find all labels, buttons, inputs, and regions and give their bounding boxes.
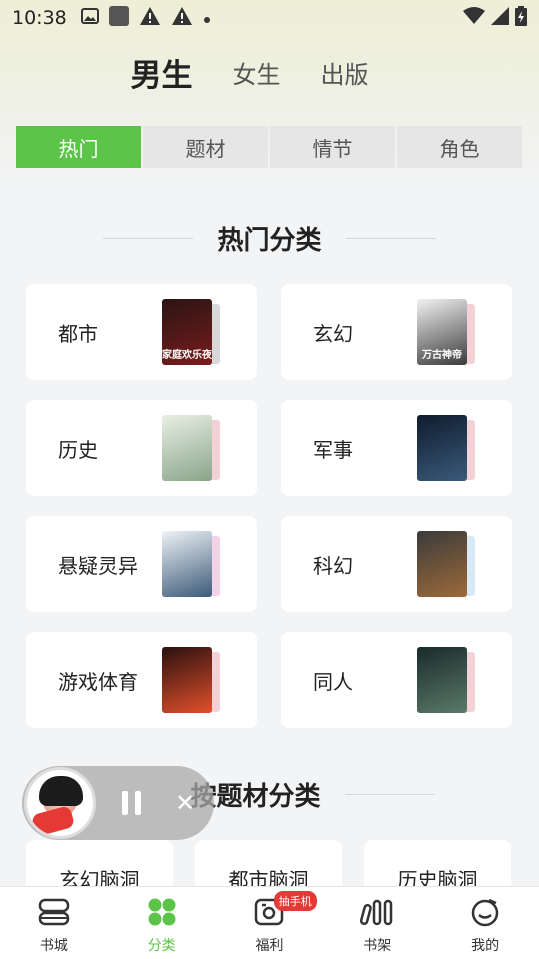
wifi-icon xyxy=(463,7,485,30)
category-label: 科幻 xyxy=(313,553,353,578)
category-label: 同人 xyxy=(313,669,353,694)
section-title: 热门分类 xyxy=(217,225,322,256)
bottom-nav: 书城 分类 抽手机 福利 书架 我的 xyxy=(0,886,539,959)
nav-item-welfare[interactable]: 抽手机 福利 xyxy=(216,887,324,959)
category-card[interactable]: 都市 家庭欢乐夜 xyxy=(26,284,257,380)
divider xyxy=(344,793,435,795)
book-cover xyxy=(162,647,212,713)
nav-label: 书城 xyxy=(39,938,68,954)
gallery-icon xyxy=(80,7,99,29)
player-cover-disc[interactable] xyxy=(24,767,96,839)
category-card[interactable]: 游戏体育 xyxy=(26,632,257,728)
category-label: 游戏体育 xyxy=(58,669,138,694)
pause-icon[interactable] xyxy=(122,791,141,815)
category-card[interactable]: 玄幻 万古神帝 xyxy=(281,284,512,380)
nav-item-bookstore[interactable]: 书城 xyxy=(0,887,108,959)
book-cover xyxy=(417,531,467,597)
category-label: 玄幻 xyxy=(313,321,353,346)
book-cover xyxy=(417,415,467,481)
cover-stack: 万古神帝 xyxy=(417,299,475,365)
signal-icon xyxy=(491,7,509,30)
status-bar: 10:38 xyxy=(0,0,539,36)
category-label: 悬疑灵异 xyxy=(58,553,138,578)
category-icon xyxy=(146,897,178,931)
tab-publish[interactable]: 出版 xyxy=(321,55,369,90)
battery-icon xyxy=(515,6,527,31)
cover-stack xyxy=(417,647,475,713)
cover-stack: 家庭欢乐夜 xyxy=(162,299,220,365)
nav-item-category[interactable]: 分类 xyxy=(108,887,216,959)
cover-stack xyxy=(162,647,220,713)
book-cover: 家庭欢乐夜 xyxy=(162,299,212,365)
category-label: 都市 xyxy=(58,321,98,346)
cover-title: 家庭欢乐夜 xyxy=(162,350,212,361)
warning-icon xyxy=(171,6,193,31)
cover-stack xyxy=(417,415,475,481)
bookshelf-icon xyxy=(359,897,395,931)
book-cover: 万古神帝 xyxy=(417,299,467,365)
tab-female[interactable]: 女生 xyxy=(233,55,281,90)
book-cover xyxy=(162,531,212,597)
category-label: 军事 xyxy=(313,437,353,462)
status-time: 10:38 xyxy=(12,7,67,29)
nav-item-profile[interactable]: 我的 xyxy=(431,887,539,959)
warning-icon xyxy=(139,6,161,31)
tab-plot[interactable]: 情节 xyxy=(270,126,395,168)
nav-label: 福利 xyxy=(255,938,284,954)
books-icon xyxy=(37,897,71,931)
category-card[interactable]: 历史 xyxy=(26,400,257,496)
close-icon[interactable]: ✕ xyxy=(175,789,195,817)
status-right xyxy=(463,6,527,31)
tab-role[interactable]: 角色 xyxy=(397,126,522,168)
divider xyxy=(103,237,194,239)
segment-tabs: 热门 题材 情节 角色 xyxy=(16,126,522,168)
cover-stack xyxy=(162,531,220,597)
book-cover xyxy=(162,415,212,481)
hot-section-header: 热门分类 xyxy=(0,218,539,258)
category-card[interactable]: 同人 xyxy=(281,632,512,728)
category-grid: 都市 家庭欢乐夜 玄幻 万古神帝 历史 军事 悬疑灵异 科幻 游戏体育 同人 xyxy=(26,284,512,728)
cover-art xyxy=(39,776,83,806)
profile-icon xyxy=(469,897,501,931)
nav-label: 分类 xyxy=(147,938,176,954)
category-card[interactable]: 悬疑灵异 xyxy=(26,516,257,612)
category-card[interactable]: 科幻 xyxy=(281,516,512,612)
welfare-badge: 抽手机 xyxy=(273,891,317,911)
nav-item-bookshelf[interactable]: 书架 xyxy=(323,887,431,959)
tab-topic[interactable]: 题材 xyxy=(143,126,268,168)
category-card[interactable]: 军事 xyxy=(281,400,512,496)
cover-art-accent xyxy=(30,805,76,836)
book-cover xyxy=(417,647,467,713)
divider xyxy=(345,237,436,239)
tab-male[interactable]: 男生 xyxy=(131,50,193,95)
nav-label: 书架 xyxy=(363,938,392,954)
app-notification-icon xyxy=(108,5,129,31)
cover-title: 万古神帝 xyxy=(422,350,462,361)
tab-hot[interactable]: 热门 xyxy=(16,126,141,168)
nav-label: 我的 xyxy=(471,938,500,954)
floating-audio-player[interactable]: ✕ xyxy=(22,766,214,840)
cover-stack xyxy=(162,415,220,481)
category-label: 历史 xyxy=(58,437,98,462)
gender-tabs: 男生 女生 出版 xyxy=(0,50,539,94)
dot-icon xyxy=(203,7,211,29)
cover-stack xyxy=(417,531,475,597)
